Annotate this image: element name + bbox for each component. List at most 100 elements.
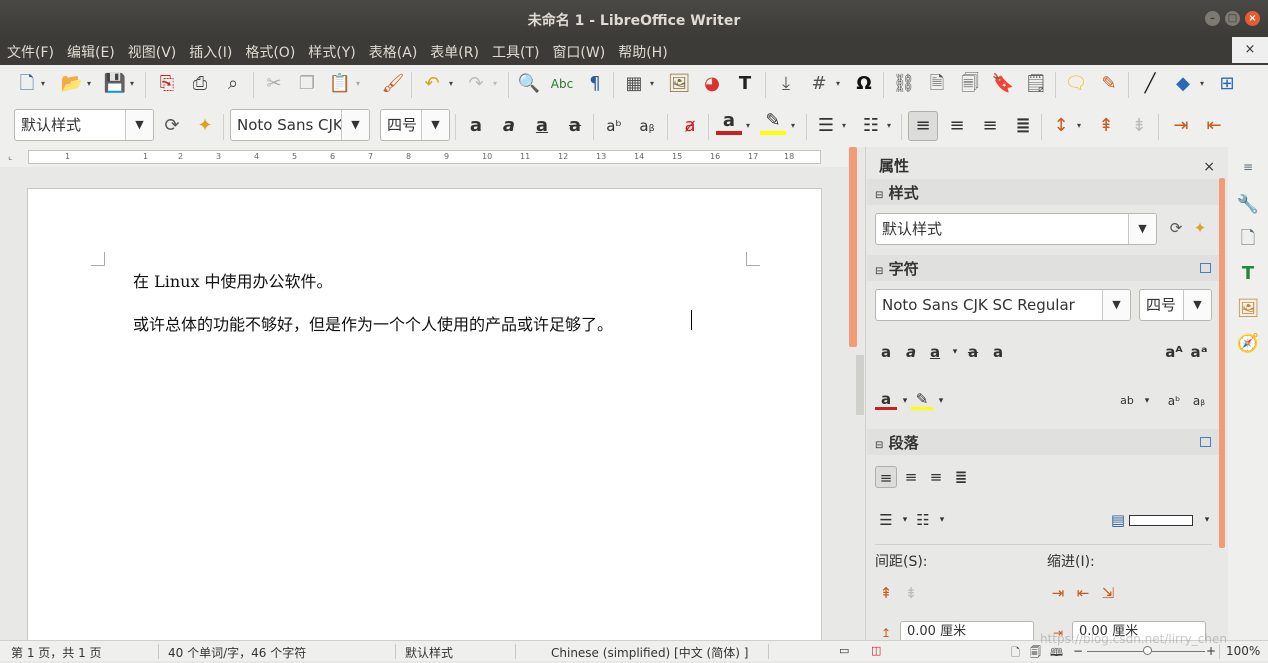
subscript-icon[interactable]: aᵦ [634, 113, 660, 139]
new-style-icon[interactable]: ✦ [192, 113, 218, 139]
maximize-button[interactable]: □ [1225, 11, 1240, 26]
italic-icon[interactable]: a [900, 341, 922, 363]
sidebar-scrollbar[interactable] [1219, 178, 1225, 548]
sidebar-menu-icon[interactable]: ≡ [1236, 155, 1260, 179]
hanging-indent-icon[interactable]: ⇲ [1097, 582, 1119, 604]
insert-image-icon[interactable]: 🖼 [666, 71, 692, 97]
navigator-icon[interactable]: 🧭 [1236, 332, 1260, 356]
redo-dropdown-icon[interactable]: ▾ [493, 71, 501, 97]
page-style[interactable]: 默认样式 [405, 644, 453, 661]
strikethrough-icon[interactable]: a [962, 341, 984, 363]
background-color-icon[interactable]: ▤ [1107, 509, 1129, 531]
print-preview-icon[interactable]: ⌕ [220, 71, 246, 97]
page-count[interactable]: 第 1 页，共 1 页 [11, 644, 102, 661]
highlight-dropdown-icon[interactable]: ▾ [930, 390, 952, 412]
open-folder-icon[interactable]: 📂 [59, 71, 85, 97]
new-dropdown-icon[interactable]: ▾ [41, 71, 49, 97]
chevron-down-icon[interactable]: ▼ [1102, 290, 1130, 320]
track-changes-icon[interactable]: ✎ [1096, 71, 1122, 97]
menu-item[interactable]: 视图(V) [121, 37, 183, 65]
font-color-icon[interactable]: a [716, 111, 742, 135]
insert-field-icon[interactable]: # [806, 71, 832, 97]
zoom-out-icon[interactable]: − [1073, 644, 1083, 658]
insert-line-icon[interactable]: ╱ [1137, 71, 1163, 97]
character-spacing-icon[interactable]: ab [1116, 390, 1138, 412]
open-dropdown-icon[interactable]: ▾ [87, 71, 95, 97]
justify-icon[interactable]: ≣ [950, 466, 972, 488]
document-paragraph[interactable]: 或许总体的功能不够好，但是作为一个个人使用的产品或许足够了。 [133, 311, 613, 335]
menu-item[interactable]: 样式(Y) [301, 37, 361, 65]
shapes-dropdown-icon[interactable]: ▾ [1200, 71, 1208, 97]
zoom-level[interactable]: 100% [1226, 644, 1260, 658]
copy-icon[interactable]: ❐ [294, 71, 320, 97]
book-view-icon[interactable]: 🕮 [1050, 644, 1063, 663]
underline-icon[interactable]: a [529, 113, 555, 139]
menu-item[interactable]: 编辑(E) [60, 37, 121, 65]
scrollbar-thumb[interactable] [849, 147, 857, 347]
chevron-down-icon[interactable]: ▼ [1183, 290, 1211, 320]
align-left-icon[interactable]: ≡ [875, 466, 897, 488]
multi-page-view-icon[interactable]: 🗐 [1030, 644, 1041, 663]
background-dropdown-icon[interactable]: ▾ [1196, 509, 1218, 531]
zoom-slider-thumb[interactable] [1143, 646, 1152, 655]
line-spacing-dropdown-icon[interactable]: ▾ [1077, 113, 1085, 139]
hyperlink-icon[interactable]: ⛓ [891, 71, 917, 97]
collapse-icon[interactable]: ⊟ [875, 440, 883, 451]
align-center-icon[interactable]: ≡ [900, 466, 922, 488]
export-pdf-icon[interactable]: ⎘ [154, 71, 180, 97]
basic-shapes-icon[interactable]: ◆ [1170, 71, 1196, 97]
sidebar-font-combo[interactable]: Noto Sans CJK SC Regular ▼ [875, 289, 1131, 321]
chevron-down-icon[interactable]: ▼ [1128, 214, 1156, 244]
bold-icon[interactable]: a [463, 113, 489, 139]
align-center-icon[interactable]: ≡ [944, 113, 970, 139]
save-dropdown-icon[interactable]: ▾ [130, 71, 138, 97]
increase-indent-icon[interactable]: ⇥ [1168, 113, 1194, 139]
strikethrough-icon[interactable]: a [562, 113, 588, 139]
special-character-icon[interactable]: Ω [851, 71, 877, 97]
tab-stop-icon[interactable]: ⌞ [8, 152, 12, 162]
superscript-icon[interactable]: aᵇ [1163, 390, 1185, 412]
save-icon[interactable]: 💾 [102, 71, 128, 97]
highlight-dropdown-icon[interactable]: ▾ [791, 113, 799, 139]
decrease-indent-icon[interactable]: ⇤ [1072, 582, 1094, 604]
language[interactable]: Chinese (simplified) [中文 (简体) ] [551, 644, 748, 661]
minimize-button[interactable]: – [1205, 11, 1220, 26]
update-style-icon[interactable]: ⟳ [1165, 217, 1187, 239]
zoom-in-icon[interactable]: + [1206, 644, 1216, 658]
menu-item[interactable]: 表格(A) [362, 37, 424, 65]
decrease-indent-icon[interactable]: ⇤ [1201, 113, 1227, 139]
print-icon[interactable]: ⎙ [187, 71, 213, 97]
undo-dropdown-icon[interactable]: ▾ [449, 71, 457, 97]
insert-textbox-icon[interactable]: T [732, 71, 758, 97]
paragraph-style-combo[interactable]: 默认样式 ▼ [14, 109, 154, 141]
menu-item[interactable]: 插入(I) [182, 37, 238, 65]
numbered-dropdown-icon[interactable]: ▾ [887, 113, 895, 139]
bold-icon[interactable]: a [875, 341, 897, 363]
gallery-icon[interactable]: 🖼 [1236, 297, 1260, 321]
align-right-icon[interactable]: ≡ [977, 113, 1003, 139]
comment-icon[interactable]: 🗨 [1063, 71, 1089, 97]
increase-paragraph-spacing-icon[interactable]: ⇞ [1093, 113, 1119, 139]
align-left-icon[interactable]: ≡ [908, 111, 938, 141]
selection-mode-icon[interactable]: ▭ [839, 644, 849, 657]
styles-section-header[interactable]: ⊟ 样式 [867, 179, 1219, 205]
increase-indent-icon[interactable]: ⇥ [1047, 582, 1069, 604]
decrease-paragraph-spacing-icon[interactable]: ⇟ [1126, 113, 1152, 139]
subscript-icon[interactable]: aᵦ [1188, 390, 1210, 412]
chevron-down-icon[interactable]: ▼ [341, 110, 369, 140]
ruler-bar[interactable]: 1 1 2 3 4 5 6 7 8 9 10 11 12 13 14 15 16 17 18 [28, 150, 821, 164]
paste-icon[interactable]: 📋 [327, 71, 353, 97]
shadow-icon[interactable]: a [987, 341, 1009, 363]
bookmark-icon[interactable]: 🔖 [990, 71, 1016, 97]
cut-icon[interactable]: ✂ [261, 71, 287, 97]
paragraph-section-header[interactable]: ⊟ 段落 [867, 429, 1219, 455]
sidebar-size-combo[interactable]: 四号 ▼ [1139, 289, 1212, 321]
word-count[interactable]: 40 个单词/字，46 个字符 [168, 644, 306, 661]
character-section-header[interactable]: ⊟ 字符 [867, 255, 1219, 281]
sidebar-collapse-handle[interactable] [856, 355, 864, 415]
clear-formatting-icon[interactable]: ⱥ [677, 113, 703, 139]
formatting-marks-icon[interactable]: ¶ [582, 71, 608, 97]
font-size-combo[interactable]: 四号 ▼ [380, 109, 450, 141]
insert-table-icon[interactable]: ▦ [621, 71, 647, 97]
numbered-list-icon[interactable]: ☷ [858, 113, 884, 139]
